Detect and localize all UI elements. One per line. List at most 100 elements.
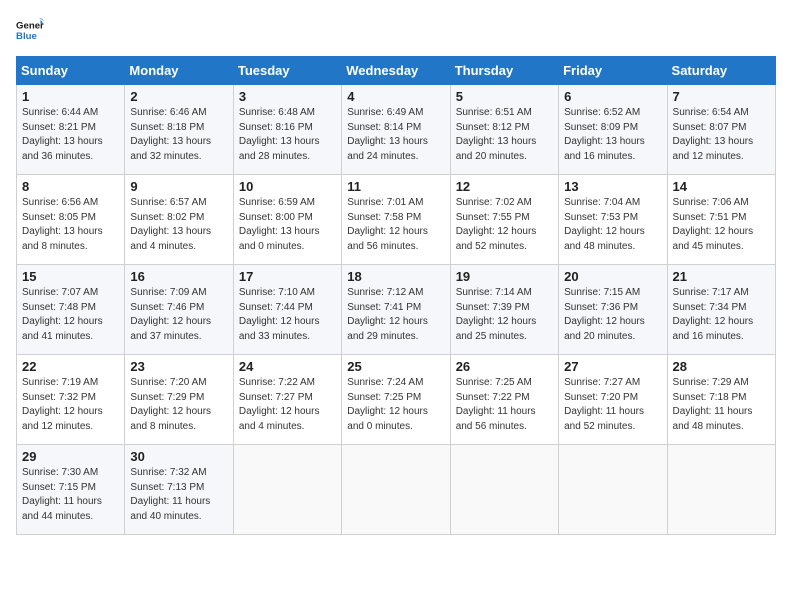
calendar-day: 5 Sunrise: 6:51 AM Sunset: 8:12 PM Daylig… [450, 85, 558, 175]
dow-header: Wednesday [342, 57, 450, 85]
empty-cell [233, 445, 341, 535]
day-info: Sunrise: 6:54 AM Sunset: 8:07 PM Dayligh… [673, 106, 770, 164]
day-number: 2 [130, 89, 227, 104]
calendar-day: 11 Sunrise: 7:01 AM Sunset: 7:58 PM Dayli… [342, 175, 450, 265]
day-number: 23 [130, 359, 227, 374]
calendar-table: SundayMondayTuesdayWednesdayThursdayFrid… [16, 56, 776, 535]
day-info: Sunrise: 7:02 AM Sunset: 7:55 PM Dayligh… [456, 196, 553, 254]
calendar-day: 4 Sunrise: 6:49 AM Sunset: 8:14 PM Daylig… [342, 85, 450, 175]
day-info: Sunrise: 7:24 AM Sunset: 7:25 PM Dayligh… [347, 376, 444, 434]
calendar-day: 17 Sunrise: 7:10 AM Sunset: 7:44 PM Dayli… [233, 265, 341, 355]
day-info: Sunrise: 6:51 AM Sunset: 8:12 PM Dayligh… [456, 106, 553, 164]
calendar-day: 20Sunrise: 7:15 AM Sunset: 7:36 PM Dayli… [559, 265, 667, 355]
logo-icon: General Blue [16, 16, 44, 44]
day-number: 25 [347, 359, 444, 374]
calendar-day: 28 Sunrise: 7:29 AM Sunset: 7:18 PM Dayli… [667, 355, 775, 445]
day-number: 19 [456, 269, 553, 284]
day-number: 15 [22, 269, 119, 284]
svg-text:Blue: Blue [16, 31, 37, 42]
day-number: 12 [456, 179, 553, 194]
calendar-day: 12 Sunrise: 7:02 AM Sunset: 7:55 PM Dayli… [450, 175, 558, 265]
day-info: Sunrise: 7:17 AM Sunset: 7:34 PM Dayligh… [673, 286, 770, 344]
day-info: Sunrise: 6:56 AM Sunset: 8:05 PM Dayligh… [22, 196, 119, 254]
day-number: 11 [347, 179, 444, 194]
day-number: 14 [673, 179, 770, 194]
logo: General Blue [16, 16, 44, 44]
calendar-day: 23 Sunrise: 7:20 AM Sunset: 7:29 PM Dayli… [125, 355, 233, 445]
day-number: 10 [239, 179, 336, 194]
day-number: 24 [239, 359, 336, 374]
day-info: Sunrise: 6:48 AM Sunset: 8:16 PM Dayligh… [239, 106, 336, 164]
calendar-day: 13 Sunrise: 7:04 AM Sunset: 7:53 PM Dayli… [559, 175, 667, 265]
day-number: 9 [130, 179, 227, 194]
calendar-day: 3 Sunrise: 6:48 AM Sunset: 8:16 PM Daylig… [233, 85, 341, 175]
empty-cell [342, 445, 450, 535]
day-info: Sunrise: 7:29 AM Sunset: 7:18 PM Dayligh… [673, 376, 770, 434]
calendar-day: 1Sunrise: 6:44 AM Sunset: 8:21 PM Daylig… [17, 85, 125, 175]
day-info: Sunrise: 7:12 AM Sunset: 7:41 PM Dayligh… [347, 286, 444, 344]
calendar-day: 19 Sunrise: 7:14 AM Sunset: 7:39 PM Dayli… [450, 265, 558, 355]
calendar-day: 16 Sunrise: 7:09 AM Sunset: 7:46 PM Dayli… [125, 265, 233, 355]
dow-header: Tuesday [233, 57, 341, 85]
day-info: Sunrise: 6:44 AM Sunset: 8:21 PM Dayligh… [22, 106, 119, 164]
empty-cell [667, 445, 775, 535]
calendar-day: 2 Sunrise: 6:46 AM Sunset: 8:18 PM Daylig… [125, 85, 233, 175]
calendar-day: 8 Sunrise: 6:56 AM Sunset: 8:05 PM Daylig… [17, 175, 125, 265]
day-number: 6 [564, 89, 661, 104]
day-info: Sunrise: 7:22 AM Sunset: 7:27 PM Dayligh… [239, 376, 336, 434]
day-number: 21 [673, 269, 770, 284]
calendar-day: 21 Sunrise: 7:17 AM Sunset: 7:34 PM Dayli… [667, 265, 775, 355]
day-number: 3 [239, 89, 336, 104]
calendar-day: 6 Sunrise: 6:52 AM Sunset: 8:09 PM Daylig… [559, 85, 667, 175]
day-number: 27 [564, 359, 661, 374]
day-number: 13 [564, 179, 661, 194]
calendar-day: 14 Sunrise: 7:06 AM Sunset: 7:51 PM Dayli… [667, 175, 775, 265]
calendar-day: 25 Sunrise: 7:24 AM Sunset: 7:25 PM Dayli… [342, 355, 450, 445]
day-info: Sunrise: 7:06 AM Sunset: 7:51 PM Dayligh… [673, 196, 770, 254]
day-info: Sunrise: 7:30 AM Sunset: 7:15 PM Dayligh… [22, 466, 119, 524]
dow-header: Saturday [667, 57, 775, 85]
day-info: Sunrise: 7:27 AM Sunset: 7:20 PM Dayligh… [564, 376, 661, 434]
day-number: 26 [456, 359, 553, 374]
page-header: General Blue [16, 16, 776, 44]
calendar-day: 24 Sunrise: 7:22 AM Sunset: 7:27 PM Dayli… [233, 355, 341, 445]
day-number: 4 [347, 89, 444, 104]
day-number: 29 [22, 449, 119, 464]
calendar-day: 9 Sunrise: 6:57 AM Sunset: 8:02 PM Daylig… [125, 175, 233, 265]
day-info: Sunrise: 6:52 AM Sunset: 8:09 PM Dayligh… [564, 106, 661, 164]
day-info: Sunrise: 7:10 AM Sunset: 7:44 PM Dayligh… [239, 286, 336, 344]
calendar-day: 18Sunrise: 7:12 AM Sunset: 7:41 PM Dayli… [342, 265, 450, 355]
day-info: Sunrise: 7:09 AM Sunset: 7:46 PM Dayligh… [130, 286, 227, 344]
day-info: Sunrise: 7:01 AM Sunset: 7:58 PM Dayligh… [347, 196, 444, 254]
day-info: Sunrise: 7:04 AM Sunset: 7:53 PM Dayligh… [564, 196, 661, 254]
day-number: 16 [130, 269, 227, 284]
dow-header: Friday [559, 57, 667, 85]
dow-header: Sunday [17, 57, 125, 85]
day-info: Sunrise: 7:25 AM Sunset: 7:22 PM Dayligh… [456, 376, 553, 434]
calendar-day: 7Sunrise: 6:54 AM Sunset: 8:07 PM Daylig… [667, 85, 775, 175]
calendar-day: 15Sunrise: 7:07 AM Sunset: 7:48 PM Dayli… [17, 265, 125, 355]
day-number: 28 [673, 359, 770, 374]
day-info: Sunrise: 7:20 AM Sunset: 7:29 PM Dayligh… [130, 376, 227, 434]
calendar-day: 27 Sunrise: 7:27 AM Sunset: 7:20 PM Dayli… [559, 355, 667, 445]
calendar-day: 26 Sunrise: 7:25 AM Sunset: 7:22 PM Dayli… [450, 355, 558, 445]
dow-header: Monday [125, 57, 233, 85]
day-number: 30 [130, 449, 227, 464]
day-info: Sunrise: 7:15 AM Sunset: 7:36 PM Dayligh… [564, 286, 661, 344]
day-number: 22 [22, 359, 119, 374]
day-info: Sunrise: 6:59 AM Sunset: 8:00 PM Dayligh… [239, 196, 336, 254]
day-info: Sunrise: 6:57 AM Sunset: 8:02 PM Dayligh… [130, 196, 227, 254]
empty-cell [559, 445, 667, 535]
day-number: 8 [22, 179, 119, 194]
calendar-day: 30Sunrise: 7:32 AM Sunset: 7:13 PM Dayli… [125, 445, 233, 535]
day-number: 5 [456, 89, 553, 104]
day-number: 17 [239, 269, 336, 284]
calendar-day: 29 Sunrise: 7:30 AM Sunset: 7:15 PM Dayli… [17, 445, 125, 535]
dow-header: Thursday [450, 57, 558, 85]
day-info: Sunrise: 6:46 AM Sunset: 8:18 PM Dayligh… [130, 106, 227, 164]
day-info: Sunrise: 7:14 AM Sunset: 7:39 PM Dayligh… [456, 286, 553, 344]
svg-text:General: General [16, 20, 44, 31]
calendar-day: 10 Sunrise: 6:59 AM Sunset: 8:00 PM Dayli… [233, 175, 341, 265]
day-info: Sunrise: 6:49 AM Sunset: 8:14 PM Dayligh… [347, 106, 444, 164]
empty-cell [450, 445, 558, 535]
